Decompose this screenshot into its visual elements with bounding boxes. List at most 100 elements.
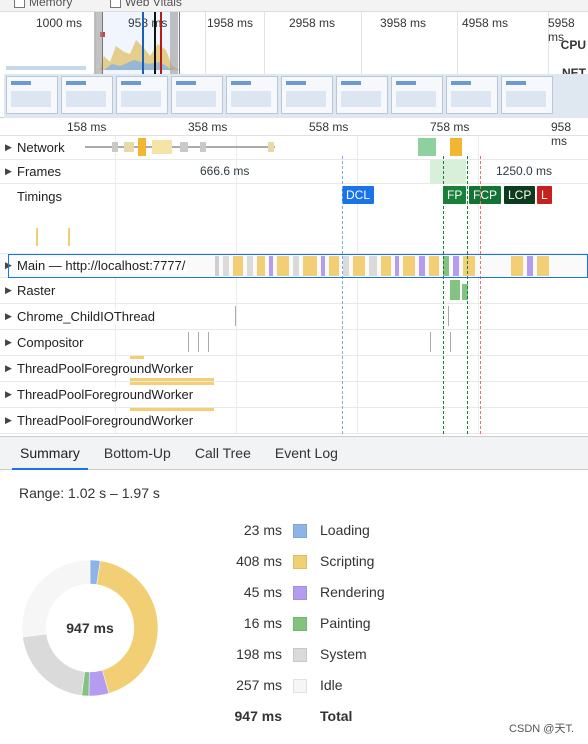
raster-track[interactable]: ▶ Raster bbox=[0, 278, 588, 304]
screenshot-thumb[interactable] bbox=[391, 76, 443, 114]
memory-label: Memory bbox=[29, 0, 73, 9]
summary-row-rendering: 45 ms Rendering bbox=[200, 584, 460, 604]
load-line bbox=[480, 156, 481, 434]
summary-category: Painting bbox=[320, 615, 371, 631]
category-swatch bbox=[293, 648, 307, 662]
expand-triangle-icon[interactable]: ▶ bbox=[5, 260, 12, 271]
web-vitals-checkbox[interactable] bbox=[110, 0, 121, 8]
io-thread-track[interactable]: ▶ Chrome_ChildIOThread bbox=[0, 304, 588, 330]
timeline-ruler: 158 ms 358 ms 558 ms 758 ms 958 ms bbox=[0, 118, 588, 148]
memory-option[interactable]: Memory bbox=[14, 0, 72, 9]
summary-value: 408 ms bbox=[236, 553, 282, 569]
summary-value: 947 ms bbox=[234, 708, 282, 724]
summary-category: Total bbox=[320, 708, 353, 724]
category-swatch bbox=[293, 617, 307, 631]
ruler-tick: 558 ms bbox=[309, 120, 349, 134]
screenshot-thumb[interactable] bbox=[226, 76, 278, 114]
frames-track[interactable]: ▶ Frames 666.6 ms 1250.0 ms bbox=[0, 160, 588, 184]
web-vitals-label: Web Vitals bbox=[125, 0, 182, 9]
timeline-overview[interactable]: 1000 ms 958 ms 1958 ms 2958 ms 3958 ms 4… bbox=[0, 12, 588, 118]
tab-bottom-up[interactable]: Bottom-Up bbox=[92, 437, 183, 469]
network-track-label: Network bbox=[17, 140, 67, 155]
dcl-line bbox=[342, 156, 343, 434]
ruler-tick: 758 ms bbox=[430, 120, 470, 134]
dcl-marker[interactable]: DCL bbox=[342, 186, 375, 204]
watermark: CSDN @天T. bbox=[509, 723, 574, 735]
tab-summary[interactable]: Summary bbox=[8, 437, 92, 470]
tab-event-log[interactable]: Event Log bbox=[263, 437, 350, 469]
summary-row-idle: 257 ms Idle bbox=[200, 677, 460, 697]
screenshot-thumb[interactable] bbox=[281, 76, 333, 114]
thread-pool-track[interactable]: ▶ ThreadPoolForegroundWorker bbox=[0, 356, 588, 382]
thread-pool-track[interactable]: ▶ ThreadPoolForegroundWorker bbox=[0, 382, 588, 408]
frames-track-label: Frames bbox=[17, 164, 64, 179]
summary-panel: Range: 1.02 s – 1.97 s 947 ms 23 ms Loadi… bbox=[0, 470, 588, 744]
expand-triangle-icon[interactable]: ▶ bbox=[5, 285, 12, 296]
expand-triangle-icon[interactable]: ▶ bbox=[5, 166, 12, 177]
frame-duration: 1250.0 ms bbox=[496, 164, 553, 178]
summary-row-painting: 16 ms Painting bbox=[200, 615, 460, 635]
expand-triangle-icon[interactable]: ▶ bbox=[5, 363, 12, 374]
compositor-track[interactable]: ▶ Compositor bbox=[0, 330, 588, 356]
timings-track-label: Timings bbox=[17, 189, 65, 204]
summary-category: Rendering bbox=[320, 584, 385, 600]
summary-value: 45 ms bbox=[243, 584, 282, 600]
io-thread-label: Chrome_ChildIOThread bbox=[17, 309, 158, 324]
summary-row-total: 947 ms Total bbox=[200, 708, 460, 728]
timeline-tracks[interactable]: ▶ Network ▶ Frames 666.6 ms 1250.0 ms Ti… bbox=[0, 136, 588, 434]
raster-track-label: Raster bbox=[17, 283, 58, 298]
summary-value: 23 ms bbox=[243, 522, 282, 538]
main-thread-label: Main — http://localhost:7777/ bbox=[17, 258, 188, 273]
summary-value: 257 ms bbox=[236, 677, 282, 693]
expand-triangle-icon[interactable]: ▶ bbox=[5, 415, 12, 426]
lcp-marker[interactable]: LCP bbox=[504, 186, 536, 204]
expand-triangle-icon[interactable]: ▶ bbox=[5, 311, 12, 322]
summary-category: System bbox=[320, 646, 367, 662]
web-vitals-option[interactable]: Web Vitals bbox=[110, 0, 182, 9]
load-marker[interactable]: L bbox=[537, 186, 552, 204]
cpu-activity-chart bbox=[6, 32, 180, 70]
tab-call-tree[interactable]: Call Tree bbox=[183, 437, 263, 469]
thread-pool-label: ThreadPoolForegroundWorker bbox=[17, 413, 196, 428]
thread-pool-label: ThreadPoolForegroundWorker bbox=[17, 387, 196, 402]
thread-pool-label: ThreadPoolForegroundWorker bbox=[17, 361, 196, 376]
ruler-tick: 158 ms bbox=[67, 120, 107, 134]
main-thread-track[interactable]: ▶ Main — http://localhost:7777/ bbox=[0, 254, 588, 278]
fcp-line bbox=[467, 156, 468, 434]
fcp-marker[interactable]: FCP bbox=[469, 186, 501, 204]
screenshot-thumb[interactable] bbox=[116, 76, 168, 114]
category-swatch bbox=[293, 586, 307, 600]
summary-value: 16 ms bbox=[243, 615, 282, 631]
range-label: Range: 1.02 s – 1.97 s bbox=[19, 485, 160, 501]
capture-options-bar: Memory Web Vitals bbox=[0, 0, 588, 12]
summary-category: Scripting bbox=[320, 553, 375, 569]
donut-total: 947 ms bbox=[66, 620, 114, 636]
fp-marker[interactable]: FP bbox=[443, 186, 467, 204]
network-track[interactable]: ▶ Network bbox=[0, 136, 588, 160]
expand-triangle-icon[interactable]: ▶ bbox=[5, 337, 12, 348]
screenshot-thumb[interactable] bbox=[336, 76, 388, 114]
ruler-tick: 358 ms bbox=[188, 120, 228, 134]
category-swatch bbox=[293, 555, 307, 569]
category-swatch bbox=[293, 524, 307, 538]
summary-category: Loading bbox=[320, 522, 370, 538]
expand-triangle-icon[interactable]: ▶ bbox=[5, 389, 12, 400]
fp-line bbox=[443, 156, 444, 434]
screenshot-filmstrip[interactable] bbox=[4, 74, 588, 118]
screenshot-thumb[interactable] bbox=[446, 76, 498, 114]
screenshot-thumb[interactable] bbox=[6, 76, 58, 114]
main-thread-flame bbox=[215, 256, 549, 276]
screenshot-thumb[interactable] bbox=[171, 76, 223, 114]
thread-pool-track[interactable]: ▶ ThreadPoolForegroundWorker bbox=[0, 408, 588, 434]
screenshot-thumb[interactable] bbox=[61, 76, 113, 114]
summary-row-system: 198 ms System bbox=[200, 646, 460, 666]
frame-duration: 666.6 ms bbox=[200, 164, 250, 178]
screenshot-thumb[interactable] bbox=[501, 76, 553, 114]
summary-row-loading: 23 ms Loading bbox=[200, 522, 460, 542]
memory-checkbox[interactable] bbox=[14, 0, 25, 8]
timings-track[interactable]: Timings DCL FP FCP LCP L bbox=[0, 184, 588, 254]
summary-category: Idle bbox=[320, 677, 343, 693]
expand-triangle-icon[interactable]: ▶ bbox=[5, 142, 12, 153]
details-tabbar: Summary Bottom-Up Call Tree Event Log bbox=[0, 436, 588, 470]
summary-value: 198 ms bbox=[236, 646, 282, 662]
